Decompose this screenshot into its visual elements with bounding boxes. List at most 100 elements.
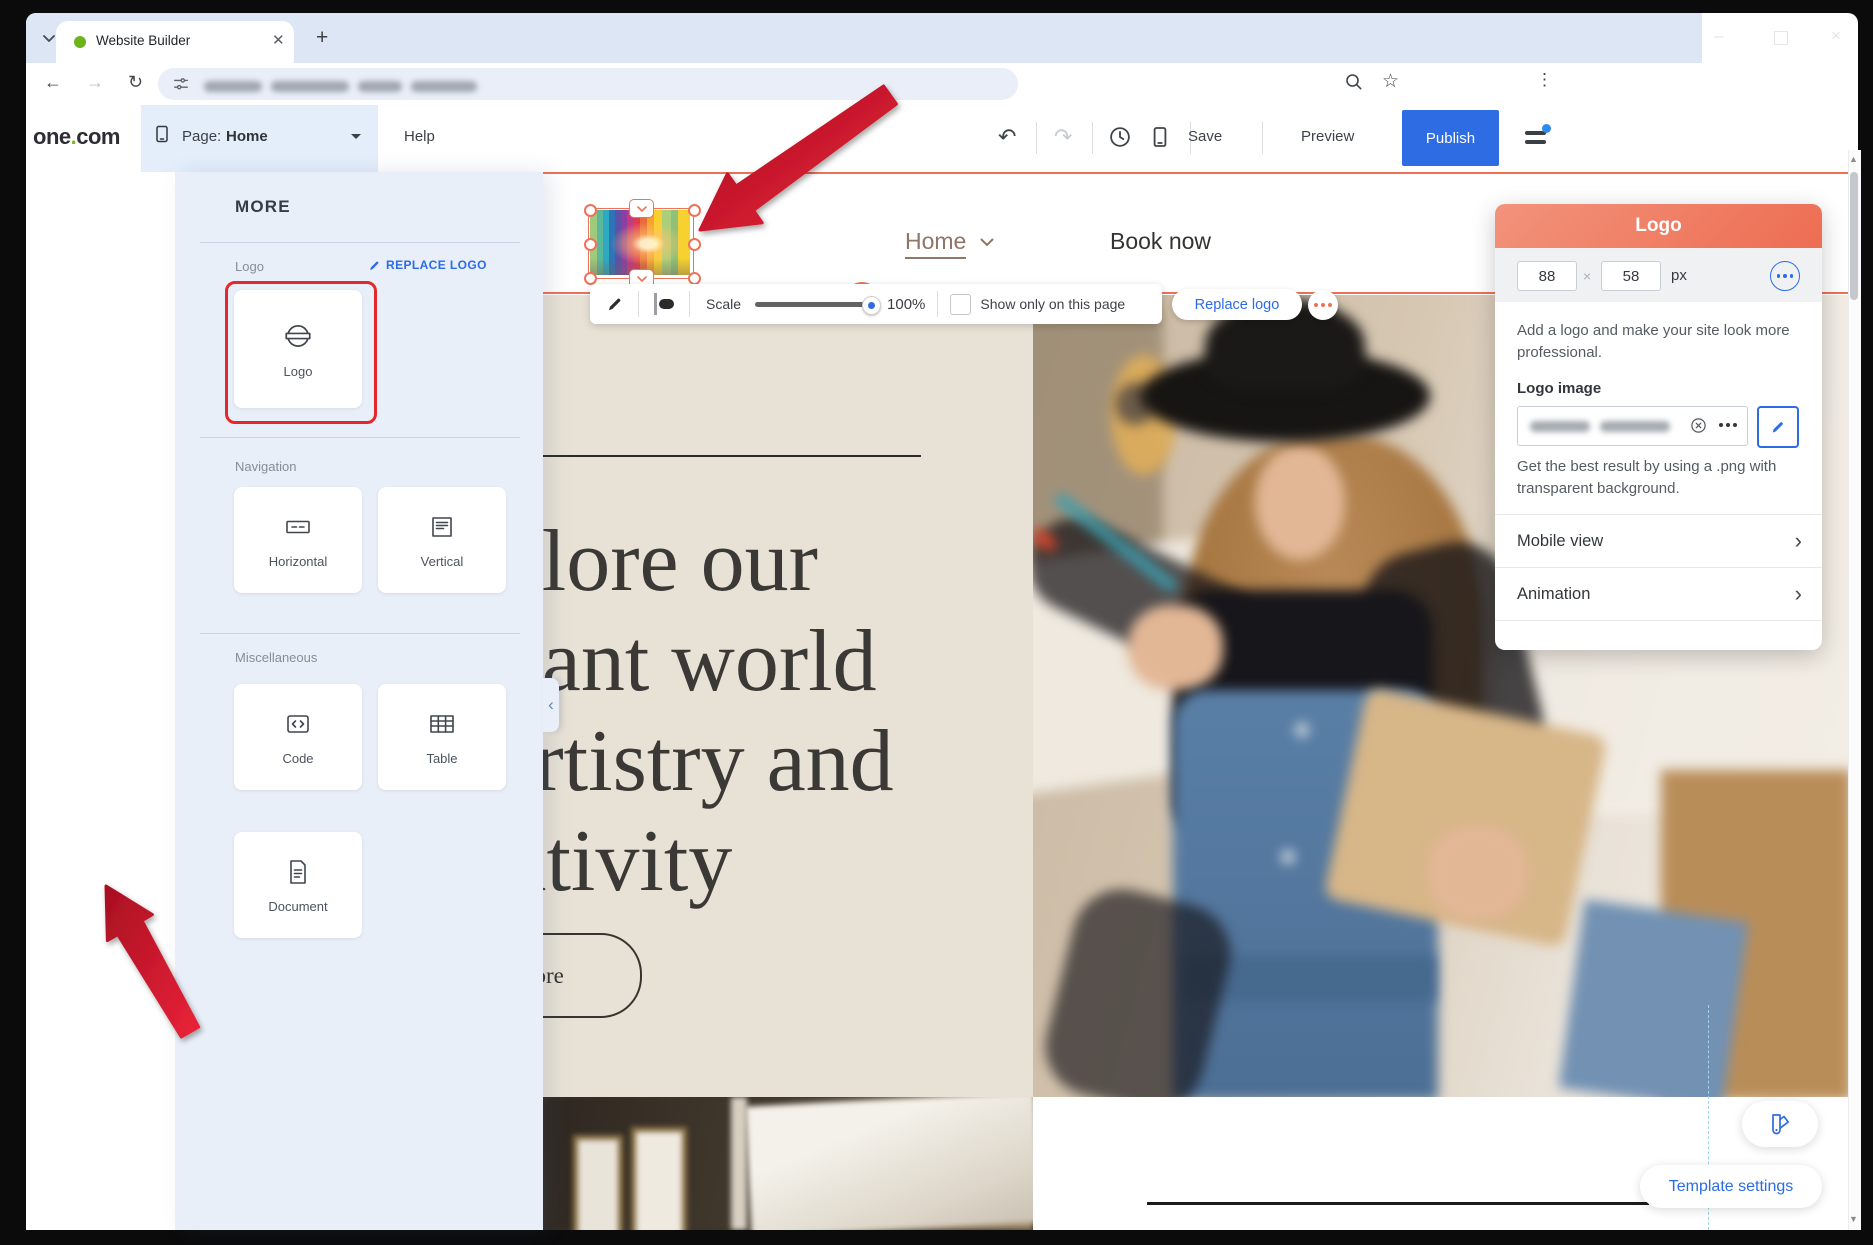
align-icon[interactable] — [651, 291, 677, 317]
logo-settings-panel: Logo 88 × 58 px Add a logo and make your… — [1495, 204, 1822, 650]
canvas-scrollbar[interactable] — [1848, 150, 1861, 1230]
replace-logo-link[interactable]: REPLACE LOGO — [368, 258, 487, 272]
separator — [1262, 122, 1263, 154]
section-highlight-top — [543, 172, 1848, 174]
scale-label: Scale — [706, 296, 741, 312]
page-caret-icon — [350, 133, 362, 141]
more-panel-title: MORE — [235, 197, 291, 217]
chevron-right-icon: › — [1795, 528, 1802, 554]
card-document[interactable]: Document — [234, 832, 362, 938]
mobile-preview-icon[interactable] — [1148, 125, 1172, 149]
page-value: Home — [226, 128, 268, 145]
blurred-url — [204, 78, 486, 96]
height-input[interactable]: 58 — [1601, 261, 1661, 291]
maximize-button[interactable] — [1774, 31, 1788, 45]
site-next-section — [1033, 1097, 1848, 1230]
table-icon — [427, 709, 457, 739]
logo-description: Add a logo and make your site look more … — [1517, 320, 1800, 364]
navigation-section-label: Navigation — [235, 459, 296, 474]
code-icon — [283, 709, 313, 739]
publish-button[interactable]: Publish — [1402, 110, 1499, 166]
field-more-options-icon[interactable] — [1719, 423, 1737, 427]
unit-label: px — [1671, 267, 1687, 284]
site-nav-book-now[interactable]: Book now — [1110, 228, 1211, 255]
edit-logo-image-icon[interactable] — [1757, 406, 1799, 448]
resize-handle-e[interactable] — [688, 238, 701, 251]
divider — [200, 437, 520, 438]
palette-icon — [1767, 1111, 1793, 1137]
minimize-button[interactable]: – — [1714, 26, 1723, 46]
divider — [200, 242, 520, 243]
forward-icon: → — [86, 72, 104, 93]
tutorial-highlight-box — [225, 281, 377, 424]
vertical-nav-icon — [427, 512, 457, 542]
edit-pencil-icon[interactable] — [606, 295, 624, 313]
next-section-rule — [1147, 1202, 1649, 1205]
document-icon — [283, 857, 313, 887]
divider — [200, 633, 520, 634]
resize-handle-ne[interactable] — [688, 204, 701, 217]
panel-footer — [1495, 620, 1822, 643]
tab-close-icon[interactable]: ✕ — [272, 31, 285, 49]
element-toolbar: Scale 100% Show only on this page — [590, 284, 1162, 324]
width-input[interactable]: 88 — [1517, 261, 1577, 291]
history-icon[interactable] — [1108, 125, 1132, 149]
new-tab-button[interactable]: + — [316, 26, 328, 50]
bookmark-star-icon[interactable]: ☆ — [1382, 70, 1399, 93]
separator — [689, 291, 690, 317]
scale-slider[interactable] — [755, 302, 873, 307]
size-more-options-icon[interactable] — [1770, 261, 1800, 291]
card-table[interactable]: Table — [378, 684, 506, 790]
separator — [937, 291, 938, 317]
card-horizontal[interactable]: Horizontal — [234, 487, 362, 593]
back-icon[interactable]: ← — [44, 72, 62, 93]
undo-icon[interactable]: ↶ — [998, 124, 1016, 150]
element-more-options-icon[interactable] — [1308, 290, 1338, 320]
scroll-down-icon[interactable]: ▼ — [1849, 1214, 1858, 1224]
browser-menu-icon[interactable]: ⋮ — [1536, 70, 1553, 90]
scale-value: 100% — [887, 296, 925, 313]
close-button[interactable]: × — [1831, 26, 1841, 46]
show-only-checkbox[interactable] — [950, 294, 971, 315]
one-com-logo: one.com — [33, 124, 120, 150]
redo-icon: ↷ — [1054, 124, 1072, 150]
separator — [1036, 122, 1037, 154]
page-label: Page: — [182, 128, 221, 145]
horizontal-nav-icon — [283, 512, 313, 542]
animation-row[interactable]: Animation › — [1495, 567, 1822, 620]
reload-icon[interactable]: ↻ — [128, 72, 143, 93]
chevron-right-icon: › — [1795, 581, 1802, 607]
show-only-label: Show only on this page — [980, 296, 1125, 312]
save-button[interactable]: Save — [1188, 128, 1222, 145]
logo-section-label: Logo — [235, 259, 264, 274]
help-button[interactable]: Help — [404, 128, 435, 145]
tab-favicon — [74, 36, 86, 48]
studio-photo — [543, 1097, 1033, 1230]
template-settings-button[interactable]: Template settings — [1640, 1165, 1822, 1208]
device-icon — [152, 124, 172, 144]
replace-logo-button[interactable]: Replace logo — [1172, 289, 1302, 320]
logo-hint: Get the best result by using a .png with… — [1517, 456, 1800, 500]
clear-field-icon[interactable] — [1690, 417, 1707, 434]
site-nav-home-caret-icon[interactable] — [980, 238, 994, 247]
url-field[interactable] — [158, 68, 1018, 100]
pencil-icon — [368, 259, 381, 272]
site-info-icon[interactable] — [172, 75, 190, 93]
builder-menu-icon[interactable] — [1525, 127, 1551, 149]
site-nav-home[interactable]: Home — [905, 228, 966, 259]
preview-button[interactable]: Preview — [1301, 128, 1354, 145]
panel-collapse-icon[interactable]: ‹ — [543, 678, 559, 732]
resize-handle-w[interactable] — [584, 238, 597, 251]
scrollbar-thumb[interactable] — [1850, 172, 1858, 300]
logo-image-field[interactable] — [1517, 406, 1748, 446]
scroll-up-icon[interactable]: ▲ — [1849, 154, 1858, 164]
card-vertical[interactable]: Vertical — [378, 487, 506, 593]
zoom-icon[interactable] — [1344, 72, 1364, 92]
card-code[interactable]: Code — [234, 684, 362, 790]
mobile-view-row[interactable]: Mobile view › — [1495, 514, 1822, 567]
style-palette-button[interactable] — [1742, 1101, 1818, 1147]
logo-panel-title: Logo — [1495, 204, 1822, 248]
element-sidebar — [26, 172, 176, 1230]
drag-handle-top-icon[interactable] — [629, 199, 654, 218]
resize-handle-nw[interactable] — [584, 204, 597, 217]
